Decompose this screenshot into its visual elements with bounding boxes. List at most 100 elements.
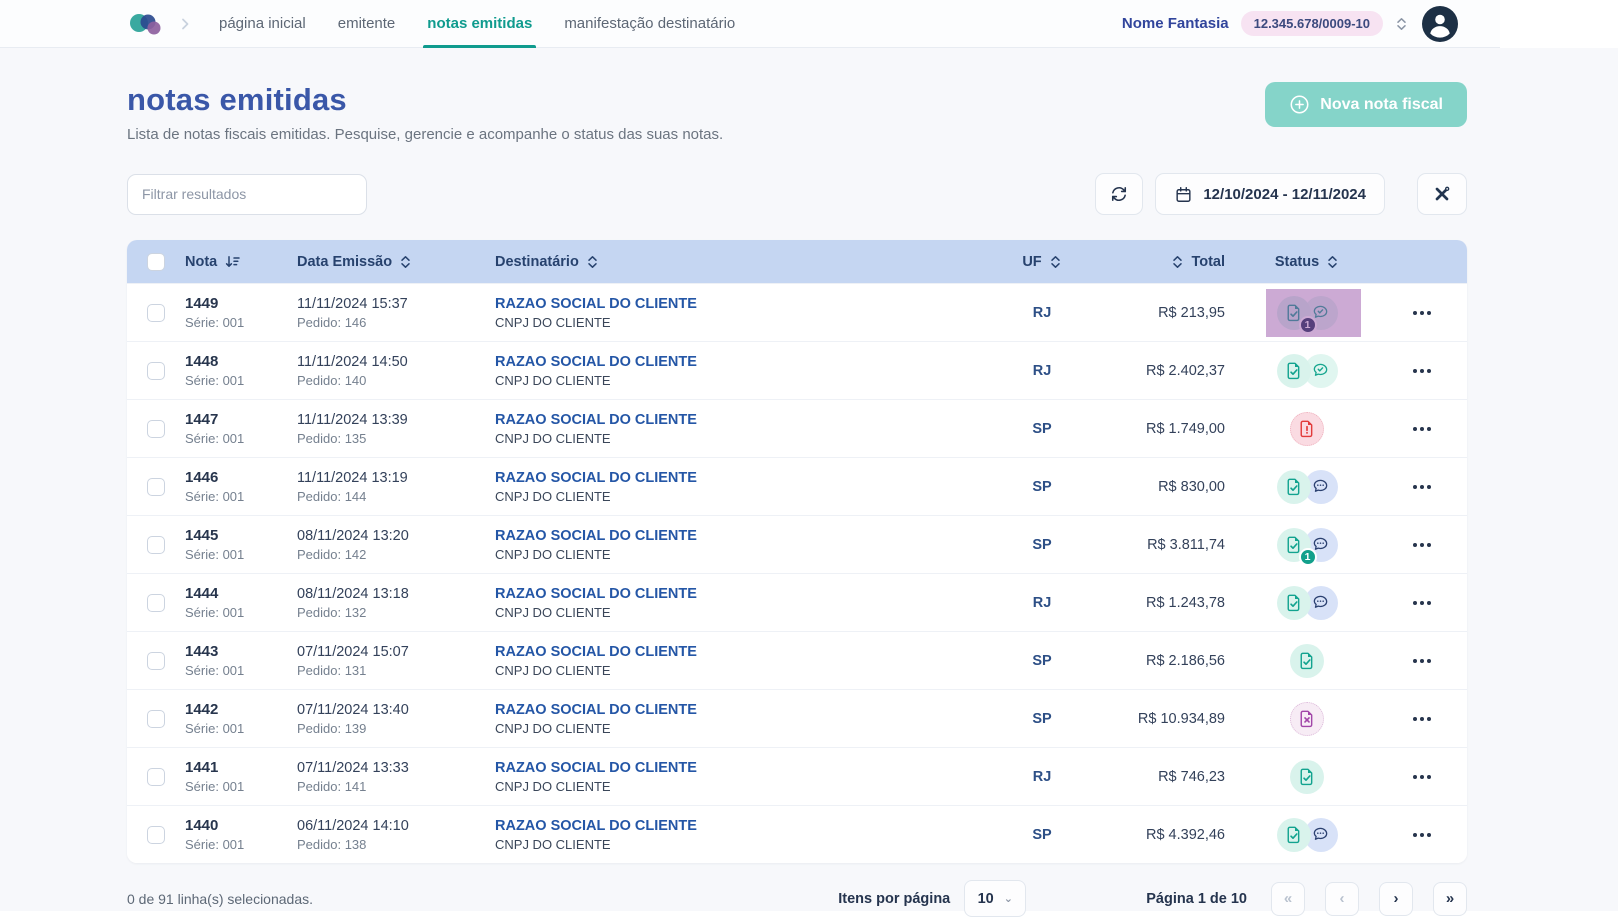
date-range-button[interactable]: 12/10/2024 - 12/11/2024 <box>1155 173 1385 215</box>
column-header-status[interactable]: Status <box>1237 254 1377 270</box>
tab-manifestacao-destinatario[interactable]: manifestação destinatário <box>564 0 735 48</box>
status-icons <box>1290 760 1324 794</box>
uf-value: RJ <box>997 595 1087 611</box>
recipient-name-link[interactable]: RAZAO SOCIAL DO CLIENTE <box>495 644 997 660</box>
row-checkbox[interactable] <box>147 652 165 670</box>
last-page-button[interactable]: » <box>1433 882 1467 916</box>
row-checkbox[interactable] <box>147 768 165 786</box>
prev-page-button[interactable]: ‹ <box>1325 882 1359 916</box>
document-check-icon[interactable] <box>1277 470 1311 504</box>
column-header-data-emissao[interactable]: Data Emissão <box>297 254 495 270</box>
recipient-name-link[interactable]: RAZAO SOCIAL DO CLIENTE <box>495 412 997 428</box>
total-value: R$ 1.243,78 <box>1087 595 1237 611</box>
invoice-number: 1446 <box>185 469 297 486</box>
row-checkbox[interactable] <box>147 304 165 322</box>
issue-datetime: 08/11/2024 13:18 <box>297 586 495 602</box>
sort-toggle-icon[interactable] <box>1326 254 1339 270</box>
sort-toggle-icon[interactable] <box>399 254 412 270</box>
document-check-icon[interactable] <box>1277 586 1311 620</box>
sort-toggle-icon[interactable] <box>1171 254 1184 270</box>
row-checkbox[interactable] <box>147 478 165 496</box>
recipient-cnpj: CNPJ DO CLIENTE <box>495 721 997 736</box>
issue-datetime: 06/11/2024 14:10 <box>297 818 495 834</box>
row-actions-button[interactable] <box>1407 827 1437 843</box>
tab-pagina-inicial[interactable]: página inicial <box>219 0 306 48</box>
invoice-number: 1449 <box>185 295 297 312</box>
app-logo-icon[interactable] <box>127 11 163 37</box>
document-check-icon[interactable] <box>1277 354 1311 388</box>
user-avatar[interactable] <box>1422 6 1458 42</box>
recipient-cnpj: CNPJ DO CLIENTE <box>495 547 997 562</box>
next-page-button[interactable]: › <box>1379 882 1413 916</box>
recipient-name-link[interactable]: RAZAO SOCIAL DO CLIENTE <box>495 354 997 370</box>
table-row: 1446 Série: 001 11/11/2024 13:19 Pedido:… <box>127 457 1467 515</box>
page-info: Página 1 de 10 <box>1146 891 1247 907</box>
invoice-series: Série: 001 <box>185 373 297 388</box>
document-check-icon[interactable] <box>1277 818 1311 852</box>
row-actions-button[interactable] <box>1407 653 1437 669</box>
status-icons <box>1277 818 1338 852</box>
row-checkbox[interactable] <box>147 710 165 728</box>
row-actions-button[interactable] <box>1407 363 1437 379</box>
sort-toggle-icon[interactable] <box>586 254 599 270</box>
plus-circle-icon <box>1289 94 1310 115</box>
recipient-cnpj: CNPJ DO CLIENTE <box>495 489 997 504</box>
tab-emitente[interactable]: emitente <box>338 0 396 48</box>
column-header-destinatario[interactable]: Destinatário <box>495 254 997 270</box>
refresh-button[interactable] <box>1095 173 1143 215</box>
recipient-name-link[interactable]: RAZAO SOCIAL DO CLIENTE <box>495 818 997 834</box>
new-invoice-button[interactable]: Nova nota fiscal <box>1265 82 1467 127</box>
column-header-total[interactable]: Total <box>1087 254 1237 270</box>
date-range-value: 12/10/2024 - 12/11/2024 <box>1203 186 1366 203</box>
status-icons <box>1277 586 1338 620</box>
document-check-icon[interactable] <box>1290 644 1324 678</box>
invoice-series: Série: 001 <box>185 431 297 446</box>
recipient-cnpj: CNPJ DO CLIENTE <box>495 779 997 794</box>
row-checkbox[interactable] <box>147 594 165 612</box>
document-cancel-icon[interactable] <box>1290 702 1324 736</box>
recipient-name-link[interactable]: RAZAO SOCIAL DO CLIENTE <box>495 586 997 602</box>
invoice-series: Série: 001 <box>185 663 297 678</box>
items-per-page-select[interactable]: 10 ⌄ <box>964 880 1026 917</box>
column-header-uf[interactable]: UF <box>997 254 1087 270</box>
recipient-name-link[interactable]: RAZAO SOCIAL DO CLIENTE <box>495 528 997 544</box>
row-actions-button[interactable] <box>1407 479 1437 495</box>
sort-toggle-icon[interactable] <box>1049 254 1062 270</box>
issue-datetime: 11/11/2024 14:50 <box>297 354 495 370</box>
first-page-button[interactable]: « <box>1271 882 1305 916</box>
row-checkbox[interactable] <box>147 826 165 844</box>
row-checkbox[interactable] <box>147 420 165 438</box>
row-actions-button[interactable] <box>1407 711 1437 727</box>
total-value: R$ 4.392,46 <box>1087 827 1237 843</box>
invoice-series: Série: 001 <box>185 489 297 504</box>
row-actions-button[interactable] <box>1407 595 1437 611</box>
document-alert-icon[interactable] <box>1290 412 1324 446</box>
status-icons <box>1290 412 1324 446</box>
recipient-name-link[interactable]: RAZAO SOCIAL DO CLIENTE <box>495 296 997 312</box>
row-actions-button[interactable] <box>1407 305 1437 321</box>
account-switcher[interactable]: Nome Fantasia 12.345.678/0009-10 <box>1122 11 1408 36</box>
issue-datetime: 08/11/2024 13:20 <box>297 528 495 544</box>
row-actions-button[interactable] <box>1407 769 1437 785</box>
row-actions-button[interactable] <box>1407 421 1437 437</box>
recipient-name-link[interactable]: RAZAO SOCIAL DO CLIENTE <box>495 702 997 718</box>
uf-value: RJ <box>997 769 1087 785</box>
row-actions-button[interactable] <box>1407 537 1437 553</box>
settings-tools-button[interactable] <box>1417 173 1467 215</box>
recipient-name-link[interactable]: RAZAO SOCIAL DO CLIENTE <box>495 760 997 776</box>
filter-input[interactable] <box>127 174 367 215</box>
issue-datetime: 11/11/2024 15:37 <box>297 296 495 312</box>
document-check-icon[interactable] <box>1290 760 1324 794</box>
recipient-name-link[interactable]: RAZAO SOCIAL DO CLIENTE <box>495 470 997 486</box>
row-checkbox[interactable] <box>147 536 165 554</box>
row-checkbox[interactable] <box>147 362 165 380</box>
column-header-nota[interactable]: Nota <box>185 254 297 270</box>
total-value: R$ 746,23 <box>1087 769 1237 785</box>
invoices-table: Nota Data Emissão Destinatário <box>127 240 1467 863</box>
sort-desc-icon[interactable] <box>224 254 241 270</box>
invoice-series: Série: 001 <box>185 315 297 330</box>
recipient-cnpj: CNPJ DO CLIENTE <box>495 431 997 446</box>
select-all-checkbox[interactable] <box>147 253 165 271</box>
tab-notas-emitidas[interactable]: notas emitidas <box>427 0 532 48</box>
total-value: R$ 10.934,89 <box>1087 711 1237 727</box>
